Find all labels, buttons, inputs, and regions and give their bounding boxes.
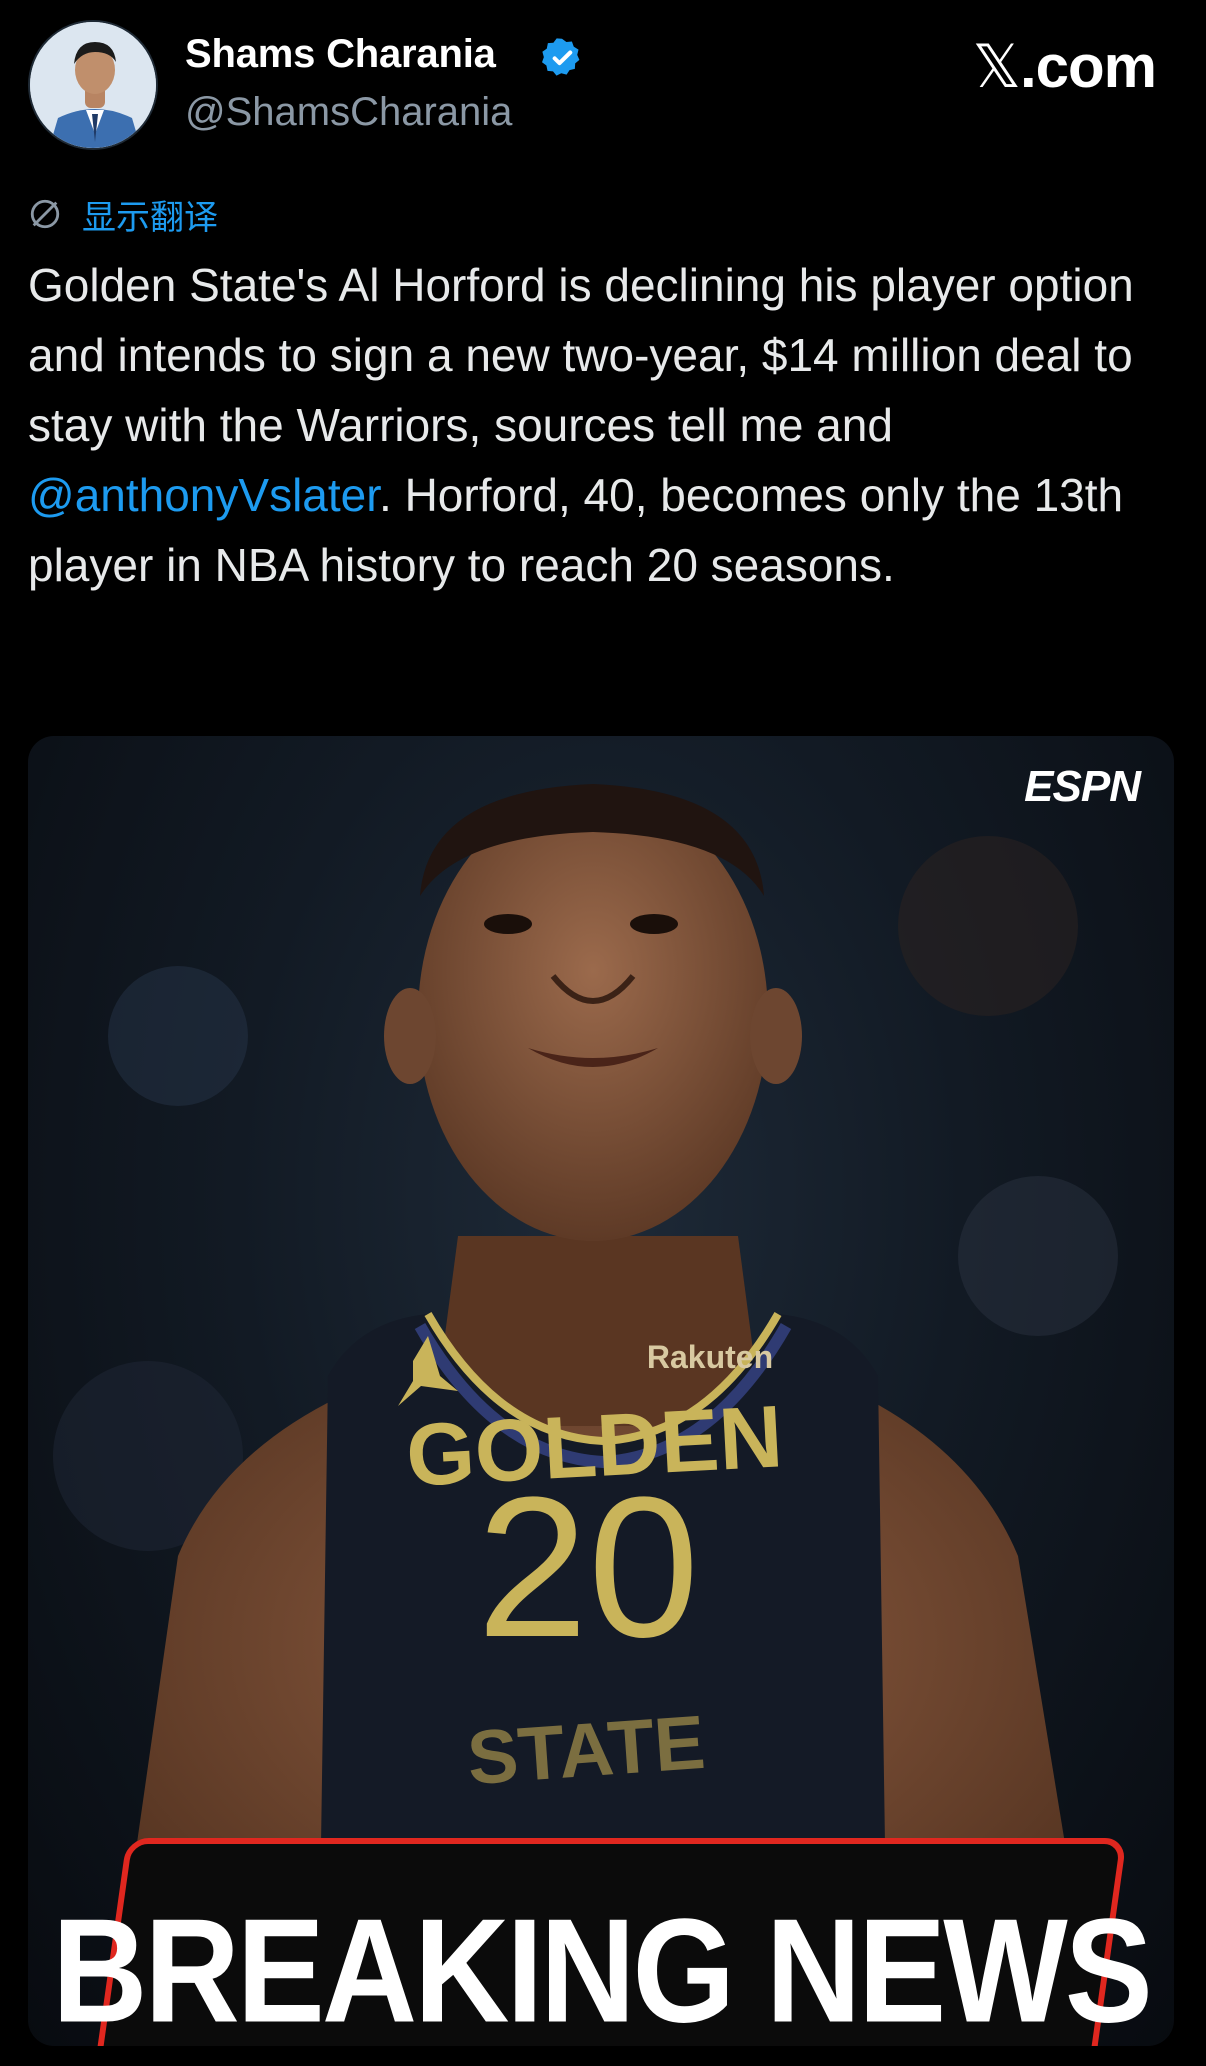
- tweet-text: Golden State's Al Horford is declining h…: [28, 250, 1178, 600]
- jersey-sponsor: Rakuten: [647, 1339, 773, 1375]
- author-avatar[interactable]: [28, 20, 158, 150]
- globe-slash-icon: [30, 199, 60, 229]
- jersey-wordmark-bottom: STATE: [465, 1700, 708, 1801]
- mention-link[interactable]: @anthonyVslater: [28, 469, 379, 521]
- site-label: com: [1035, 33, 1157, 100]
- tweet-header: Shams Charania @ShamsCharania 𝕏.com: [0, 0, 1206, 170]
- translate-row[interactable]: 显示翻译: [28, 190, 218, 239]
- verified-badge-icon: [542, 38, 580, 76]
- author-name[interactable]: Shams Charania: [185, 32, 496, 77]
- x-logo-icon: 𝕏: [972, 32, 1021, 102]
- site-watermark: 𝕏.com: [972, 32, 1157, 102]
- espn-logo: ESPN: [1024, 762, 1141, 811]
- tweet-text-part1: Golden State's Al Horford is declining h…: [28, 259, 1134, 451]
- tweet-media-image[interactable]: Rakuten GOLDEN 20 STATE ESPN BREAKING NE…: [28, 736, 1174, 2046]
- avatar-photo: [30, 22, 156, 148]
- bottom-edge: [0, 2046, 1206, 2066]
- jersey-number: 20: [477, 1456, 699, 1679]
- breaking-news-banner: BREAKING NEWS: [52, 1888, 1153, 2046]
- show-translation-link[interactable]: 显示翻译: [82, 190, 218, 239]
- author-handle[interactable]: @ShamsCharania: [185, 90, 512, 135]
- site-dot: .: [1019, 33, 1037, 100]
